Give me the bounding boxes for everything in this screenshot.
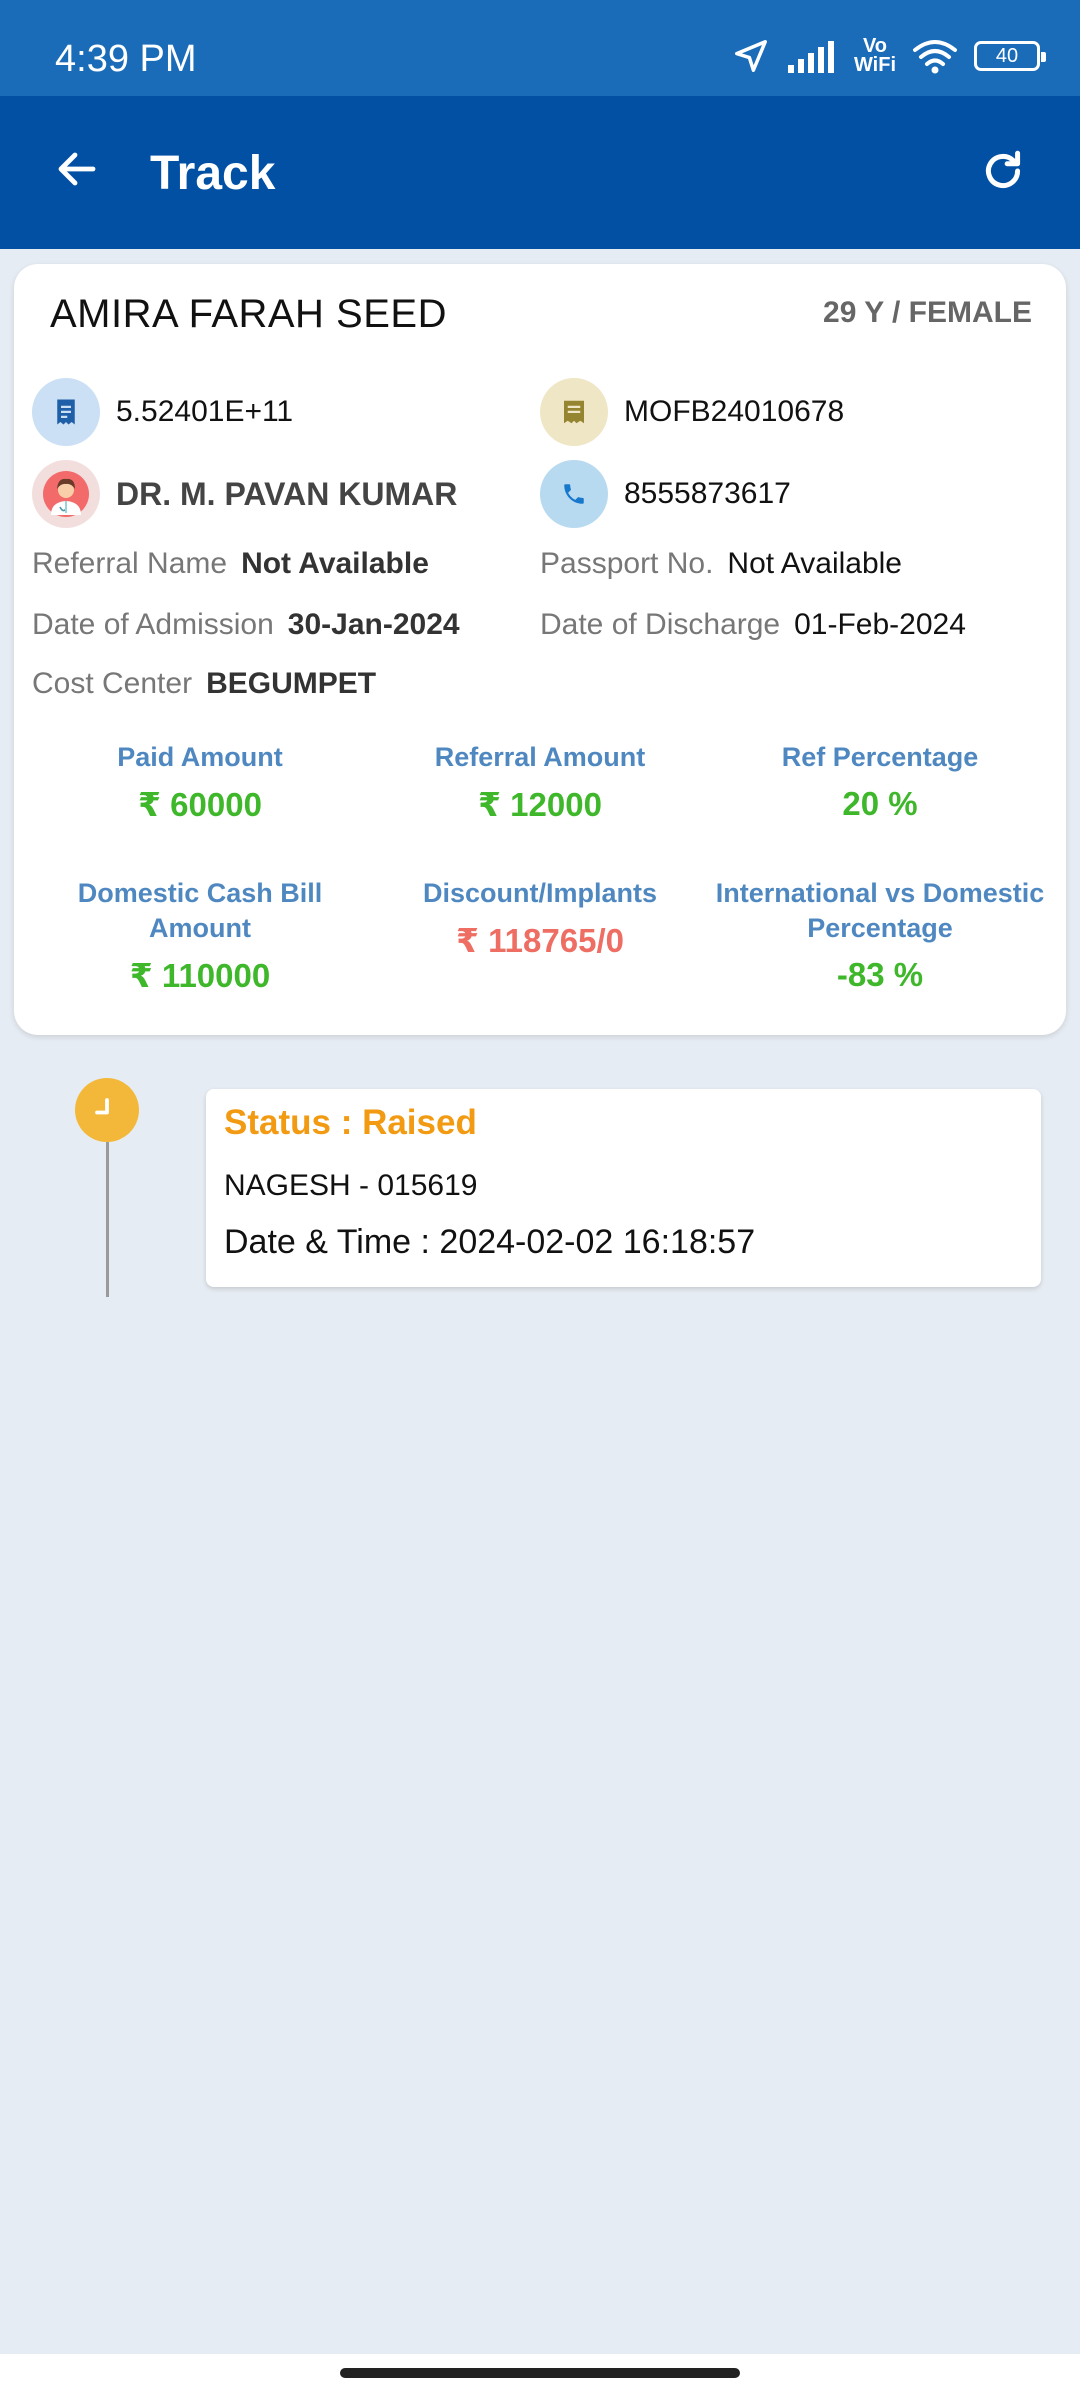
vowifi-indicator: Vo WiFi <box>853 36 896 76</box>
system-status-bar: 4:39 PM Vo WiFi 40 <box>0 0 1080 96</box>
patient-name: AMIRA FARAH SEED <box>50 292 447 336</box>
referral-name-field: Referral Name Not Available <box>32 547 429 581</box>
discharge-date-field: Date of Discharge 01-Feb-2024 <box>540 608 966 642</box>
phone-row[interactable]: 8555873617 <box>540 460 791 528</box>
bill-number: MOFB24010678 <box>624 395 845 428</box>
cost-center-value: BEGUMPET <box>206 667 377 700</box>
wifi-icon <box>913 40 957 74</box>
doctor-row: DR. M. PAVAN KUMAR <box>32 460 457 528</box>
stat-value: ₹ 60000 <box>138 786 262 823</box>
stat-value: ₹ 110000 <box>129 957 271 994</box>
stat-value: -83 % <box>836 956 924 993</box>
discharge-date-label: Date of Discharge <box>540 608 781 641</box>
stat-label: Referral Amount <box>434 742 646 772</box>
page-title: Track <box>150 147 276 200</box>
clock-icon <box>75 1078 139 1142</box>
status-title: Status : Raised <box>224 1103 477 1142</box>
signal-icon <box>787 41 834 73</box>
refresh-icon <box>985 150 1021 189</box>
passport-label: Passport No. <box>540 547 714 580</box>
stat-paid-amount: Paid Amount ₹ 60000 <box>30 740 370 824</box>
stat-referral-amount: Referral Amount ₹ 12000 <box>370 740 710 824</box>
back-button[interactable] <box>42 134 112 204</box>
discharge-date-value: 01-Feb-2024 <box>794 608 966 641</box>
bill-number-row: MOFB24010678 <box>540 378 844 446</box>
patient-card: AMIRA FARAH SEED 29 Y / FEMALE 5.52401E+… <box>14 264 1066 1035</box>
vowifi-bottom-text: WiFi <box>853 54 896 76</box>
app-bar: Track <box>0 96 1080 249</box>
status-card[interactable]: Status : Raised NAGESH - 015619 Date & T… <box>206 1089 1041 1287</box>
stat-value: ₹ 118765/0 <box>456 922 624 959</box>
stat-discount-implants: Discount/Implants ₹ 118765/0 <box>370 876 710 960</box>
phone-number[interactable]: 8555873617 <box>624 477 791 511</box>
patient-id-row: 5.52401E+11 <box>32 378 293 446</box>
location-arrow-icon <box>734 40 767 72</box>
stat-value: 20 % <box>842 785 918 822</box>
battery-icon: 40 <box>974 41 1046 71</box>
stat-intl-vs-domestic: International vs Domestic Percentage -83… <box>710 876 1050 994</box>
stat-ref-percentage: Ref Percentage 20 % <box>710 740 1050 823</box>
arrow-left-icon <box>58 152 96 186</box>
home-indicator[interactable] <box>340 2368 740 2378</box>
stat-domestic-cash-bill: Domestic Cash Bill Amount ₹ 110000 <box>30 876 370 995</box>
referral-name-value: Not Available <box>241 547 429 580</box>
passport-field: Passport No. Not Available <box>540 547 902 581</box>
document-icon <box>540 378 608 446</box>
patient-age-gender: 29 Y / FEMALE <box>823 296 1032 329</box>
status-icons: Vo WiFi 40 <box>732 34 1046 78</box>
stat-label: International vs Domestic Percentage <box>715 878 1045 943</box>
patient-id: 5.52401E+11 <box>116 395 294 428</box>
navigation-bar <box>0 2354 1080 2400</box>
stat-label: Ref Percentage <box>781 742 979 772</box>
stat-label: Domestic Cash Bill Amount <box>77 878 323 943</box>
doctor-avatar-icon <box>32 460 100 528</box>
phone-icon[interactable] <box>540 460 608 528</box>
timeline-line <box>106 1142 109 1297</box>
refresh-button[interactable] <box>968 136 1038 206</box>
doctor-name: DR. M. PAVAN KUMAR <box>116 475 458 512</box>
receipt-icon <box>32 378 100 446</box>
cost-center-field: Cost Center BEGUMPET <box>32 667 376 701</box>
admission-date-field: Date of Admission 30-Jan-2024 <box>32 608 460 642</box>
status-time: 4:39 PM <box>55 38 197 80</box>
admission-date-label: Date of Admission <box>32 608 274 641</box>
status-user: NAGESH - 015619 <box>224 1169 478 1202</box>
stat-label: Paid Amount <box>117 742 283 772</box>
referral-name-label: Referral Name <box>32 547 228 580</box>
stat-label: Discount/Implants <box>422 878 658 908</box>
admission-date-value: 30-Jan-2024 <box>287 608 460 641</box>
passport-value: Not Available <box>727 547 902 580</box>
stat-value: ₹ 12000 <box>478 786 602 823</box>
status-datetime: Date & Time : 2024-02-02 16:18:57 <box>224 1223 756 1261</box>
cost-center-label: Cost Center <box>32 667 193 700</box>
